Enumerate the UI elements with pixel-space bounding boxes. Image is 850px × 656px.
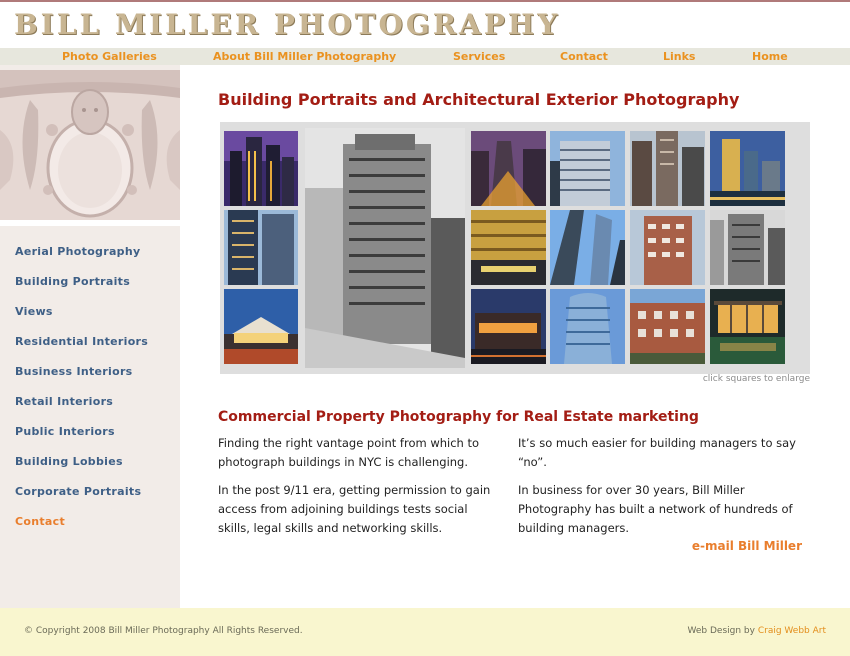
sidebar-item-building-lobbies[interactable]: Building Lobbies — [15, 455, 123, 468]
thumb-midtown-towers[interactable] — [630, 131, 705, 206]
sidebar-item-retail-interiors[interactable]: Retail Interiors — [15, 395, 113, 408]
thumb-glass-office-tower[interactable] — [550, 131, 625, 206]
thumb-bw-street-view[interactable] — [710, 210, 785, 285]
thumb-dusk-plaza[interactable] — [224, 289, 298, 364]
right-column: It’s so much easier for building manager… — [518, 434, 798, 547]
thumb-corner-store-dusk[interactable] — [471, 289, 546, 364]
sidebar-item-residential-interiors[interactable]: Residential Interiors — [15, 335, 148, 348]
nav-contact[interactable]: Contact — [560, 50, 608, 63]
photo-gallery — [220, 122, 810, 374]
sidebar: Aerial Photography Building Portraits Vi… — [0, 65, 180, 608]
paragraph: It’s so much easier for building manager… — [518, 436, 796, 469]
thumb-night-skyscrapers[interactable] — [224, 131, 298, 206]
copyright-text: © Copyright 2008 Bill Miller Photography… — [24, 626, 303, 636]
sidebar-item-public-interiors[interactable]: Public Interiors — [15, 425, 115, 438]
site-title: BILL MILLER PHOTOGRAPHY — [14, 8, 561, 41]
nav-services[interactable]: Services — [453, 50, 505, 63]
email-link[interactable]: e-mail Bill Miller — [600, 539, 802, 553]
paragraph: In the post 9/11 era, getting permission… — [218, 483, 491, 535]
thumb-large-bw-building[interactable] — [305, 128, 465, 368]
sculpture-photo — [0, 70, 180, 220]
top-nav: Photo Galleries About Bill Miller Photog… — [0, 48, 850, 65]
sidebar-item-business-interiors[interactable]: Business Interiors — [15, 365, 133, 378]
paragraph: In business for over 30 years, Bill Mill… — [518, 483, 793, 535]
thumb-looking-up-towers[interactable] — [550, 210, 625, 285]
thumb-curved-glass-tower[interactable] — [550, 289, 625, 364]
page-title: Building Portraits and Architectural Ext… — [218, 90, 740, 109]
thumb-glass-house-pool[interactable] — [710, 289, 785, 364]
sidebar-item-building-portraits[interactable]: Building Portraits — [15, 275, 130, 288]
web-design-credit: Web Design by Craig Webb Art — [688, 626, 826, 636]
thumb-brick-townhouses[interactable] — [630, 289, 705, 364]
sidebar-item-views[interactable]: Views — [15, 305, 53, 318]
thumb-lit-facade[interactable] — [471, 210, 546, 285]
nav-links[interactable]: Links — [663, 50, 695, 63]
paragraph: Finding the right vantage point from whi… — [218, 436, 480, 469]
nav-about[interactable]: About Bill Miller Photography — [213, 50, 396, 63]
thumb-skyline-evening[interactable] — [710, 131, 785, 206]
left-column: Finding the right vantage point from whi… — [218, 434, 498, 547]
nav-photo-galleries[interactable]: Photo Galleries — [62, 50, 157, 63]
sidebar-item-corporate-portraits[interactable]: Corporate Portraits — [15, 485, 141, 498]
footer: © Copyright 2008 Bill Miller Photography… — [0, 608, 850, 656]
sidebar-item-aerial-photography[interactable]: Aerial Photography — [15, 245, 140, 258]
credit-link[interactable]: Craig Webb Art — [758, 626, 826, 636]
sidebar-item-contact[interactable]: Contact — [15, 515, 65, 528]
section-heading: Commercial Property Photography for Real… — [218, 409, 699, 425]
sidebar-divider — [0, 220, 180, 226]
thumb-glass-tower-blue[interactable] — [224, 210, 298, 285]
gallery-hint: click squares to enlarge — [702, 374, 810, 384]
thumb-brick-tower[interactable] — [630, 210, 705, 285]
credit-prefix: Web Design by — [687, 626, 758, 636]
thumb-flatiron-night[interactable] — [471, 131, 546, 206]
top-rule — [0, 0, 850, 2]
nav-home[interactable]: Home — [752, 50, 788, 63]
